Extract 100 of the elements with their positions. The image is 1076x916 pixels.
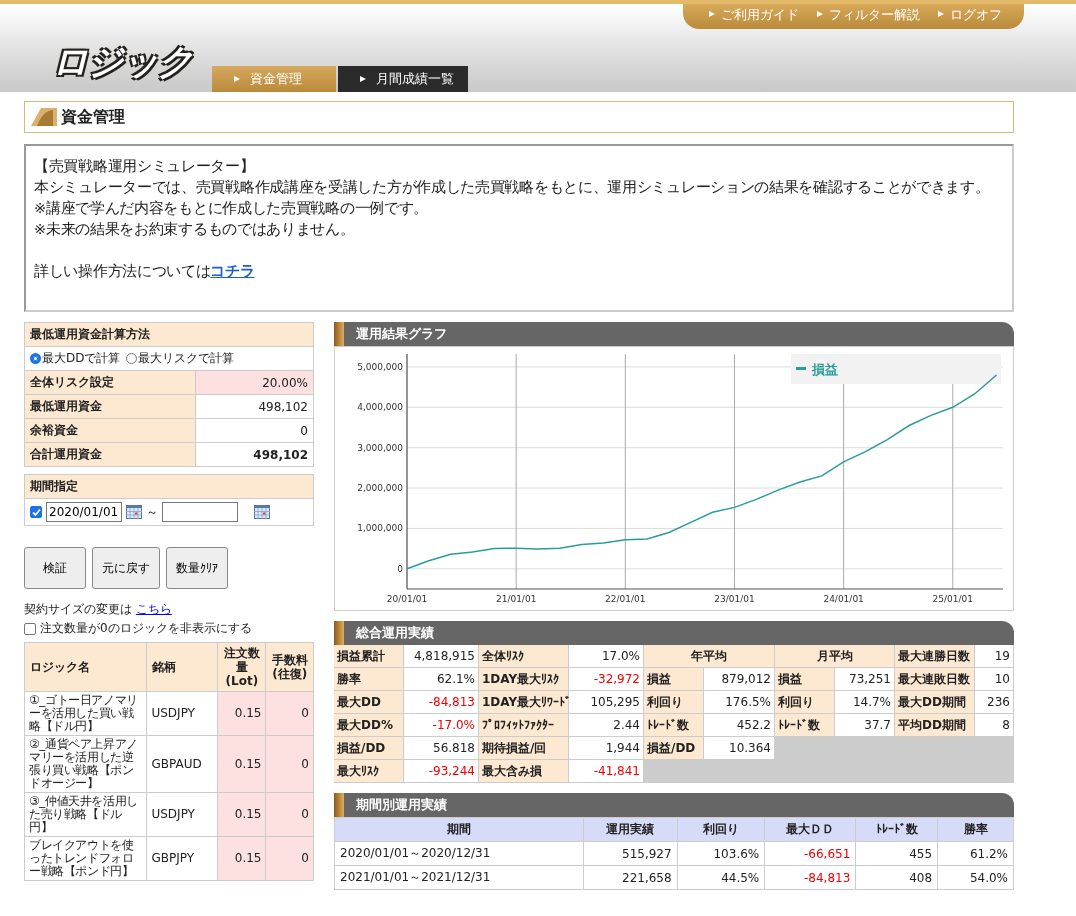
- table-cell: ブレイクアウトを使ったトレンドフォロー戦略【ポンド円】: [24, 836, 147, 881]
- column-header: 利回り: [677, 817, 765, 842]
- intro-text: 【売買戦略運用シミュレーター】: [34, 157, 256, 176]
- table-cell: 498,102: [195, 442, 314, 467]
- column-header: 勝率: [937, 817, 1014, 842]
- row-label: 損益累計: [334, 645, 404, 668]
- table-cell: -41,841: [569, 760, 644, 783]
- row-label: ﾄﾚｰﾄﾞ数: [775, 714, 835, 737]
- table-cell: 0: [265, 836, 314, 881]
- table-cell: 44.5%: [677, 865, 765, 890]
- table-cell: 2020/01/01～2020/12/31: [334, 841, 584, 866]
- column-header: 期間: [334, 817, 584, 842]
- row-label: 利回り: [644, 691, 704, 714]
- emblem-icon: [31, 108, 57, 126]
- column-header: 手数料(往復): [265, 642, 314, 692]
- intro-text: 詳しい操作方法については: [34, 263, 211, 279]
- row-label: 利回り: [775, 691, 835, 714]
- table-cell: 0: [195, 418, 314, 443]
- column-header: 最大ＤＤ: [764, 817, 856, 842]
- table-cell: 1,944: [569, 737, 644, 760]
- table-cell: 0.15: [217, 691, 266, 736]
- table-cell: 10.364: [704, 737, 775, 760]
- nav-tab[interactable]: 月間成績一覧: [338, 66, 468, 92]
- table-cell: 20.00%: [195, 370, 314, 395]
- column-header: 注文数量(Lot): [217, 642, 266, 692]
- y-tick-label: 0: [397, 563, 403, 574]
- table-cell: -66,651: [764, 841, 856, 866]
- table-cell: ③_仲値天井を活用した売り戦略【ドル円】: [24, 792, 147, 837]
- table-header: 期間指定: [24, 474, 314, 499]
- triangle-icon: [360, 76, 366, 82]
- table-cell: 452.2: [704, 714, 775, 737]
- column-header: 銘柄: [146, 642, 218, 692]
- calendar-icon: [126, 505, 142, 519]
- table-cell: 73,251: [835, 668, 895, 691]
- intro-text: 本シミュレーターでは、売買戦略作成講座を受講した方が作成した売買戦略をもとに、運用シミュレーションの結果を確認することができます。: [34, 178, 991, 197]
- radio-button[interactable]: 最大DDで計算: [30, 350, 121, 367]
- row-label: ﾌﾟﾛﾌｨｯﾄﾌｧｸﾀｰ: [479, 714, 569, 737]
- table-cell: -93,244: [404, 760, 479, 783]
- column-header: 運用実績: [583, 817, 678, 842]
- note-text: 契約サイズの変更は: [24, 602, 132, 616]
- intro-text: ※講座で学んだ内容をもとに作成した売買戦略の一例です。: [34, 199, 430, 218]
- x-tick-label: 20/01/01: [386, 594, 428, 604]
- table-cell: 19: [975, 645, 1014, 668]
- row-label: 1DAY最大ﾘﾜｰﾄﾞ: [479, 691, 569, 714]
- table-cell: 8: [975, 714, 1014, 737]
- checkbox[interactable]: [24, 622, 36, 635]
- table-cell: GBPJPY: [146, 836, 218, 881]
- page-title: 資金管理: [61, 106, 125, 128]
- column-header: 月平均: [775, 645, 895, 668]
- row-label: ﾄﾚｰﾄﾞ数: [644, 714, 704, 737]
- x-tick-label: 23/01/01: [714, 594, 755, 604]
- row-label: 全体ﾘｽｸ: [479, 645, 569, 668]
- table-cell: GBPAUD: [146, 735, 218, 793]
- column-header: ロジック名: [24, 642, 147, 692]
- x-tick-label: 22/01/01: [605, 594, 646, 604]
- table-cell: 0: [265, 735, 314, 793]
- help-link[interactable]: コチラ: [210, 263, 255, 279]
- table-cell: 0.15: [217, 735, 266, 793]
- table-cell: ②_通貨ペア上昇アノマリーを活用した逆張り買い戦略【ポンドオージー】: [24, 735, 147, 793]
- row-label: 期待損益/回: [479, 737, 569, 760]
- radio-button[interactable]: 最大リスクで計算: [126, 350, 235, 367]
- action-button[interactable]: 数量ｸﾘｱ: [166, 547, 228, 589]
- table-cell: 10: [975, 668, 1014, 691]
- row-label: 全体リスク設定: [24, 370, 196, 395]
- row-label: 1DAY最大ﾘｽｸ: [479, 668, 569, 691]
- action-button[interactable]: 検証: [24, 547, 86, 589]
- row-label: 損益/DD: [334, 737, 404, 760]
- table-cell: 105,295: [569, 691, 644, 714]
- panel-title: 期間別運用実績: [356, 796, 447, 814]
- row-label: 勝率: [334, 668, 404, 691]
- table-cell: 103.6%: [677, 841, 765, 866]
- row-label: 最大連敗日数: [895, 668, 975, 691]
- date-field[interactable]: [162, 502, 238, 522]
- y-tick-label: 1,000,000: [357, 523, 403, 534]
- x-tick-label: 21/01/01: [495, 594, 537, 604]
- table-cell: 176.5%: [704, 691, 775, 714]
- row-label: 最大ﾘｽｸ: [334, 760, 404, 783]
- table-cell: 0: [265, 792, 314, 837]
- table-cell: -84,813: [404, 691, 479, 714]
- checkbox[interactable]: [30, 506, 42, 518]
- row-label: 最大連勝日数: [895, 645, 975, 668]
- table-cell: 2021/01/01～2021/12/31: [334, 865, 584, 890]
- table-cell: USDJPY: [146, 792, 218, 837]
- date-field[interactable]: 2020/01/01: [46, 502, 122, 522]
- table-cell: 236: [975, 691, 1014, 714]
- contract-link[interactable]: こちら: [135, 602, 172, 616]
- calendar-icon: [254, 505, 270, 519]
- row-label: 最低運用資金: [24, 394, 196, 419]
- table-cell: 0: [265, 691, 314, 736]
- table-cell: 498,102: [195, 394, 314, 419]
- table-cell: 0.15: [217, 836, 266, 881]
- y-tick-label: 2,000,000: [357, 483, 403, 494]
- checkbox-label: 注文数量が0のロジックを非表示にする: [40, 620, 252, 637]
- action-button[interactable]: 元に戻す: [92, 547, 160, 589]
- y-tick-label: 5,000,000: [357, 361, 403, 372]
- row-label: 余裕資金: [24, 418, 196, 443]
- triangle-icon: [234, 76, 240, 82]
- range-separator: ～: [146, 503, 158, 521]
- column-header: 年平均: [644, 645, 775, 668]
- table-cell: -84,813: [764, 865, 856, 890]
